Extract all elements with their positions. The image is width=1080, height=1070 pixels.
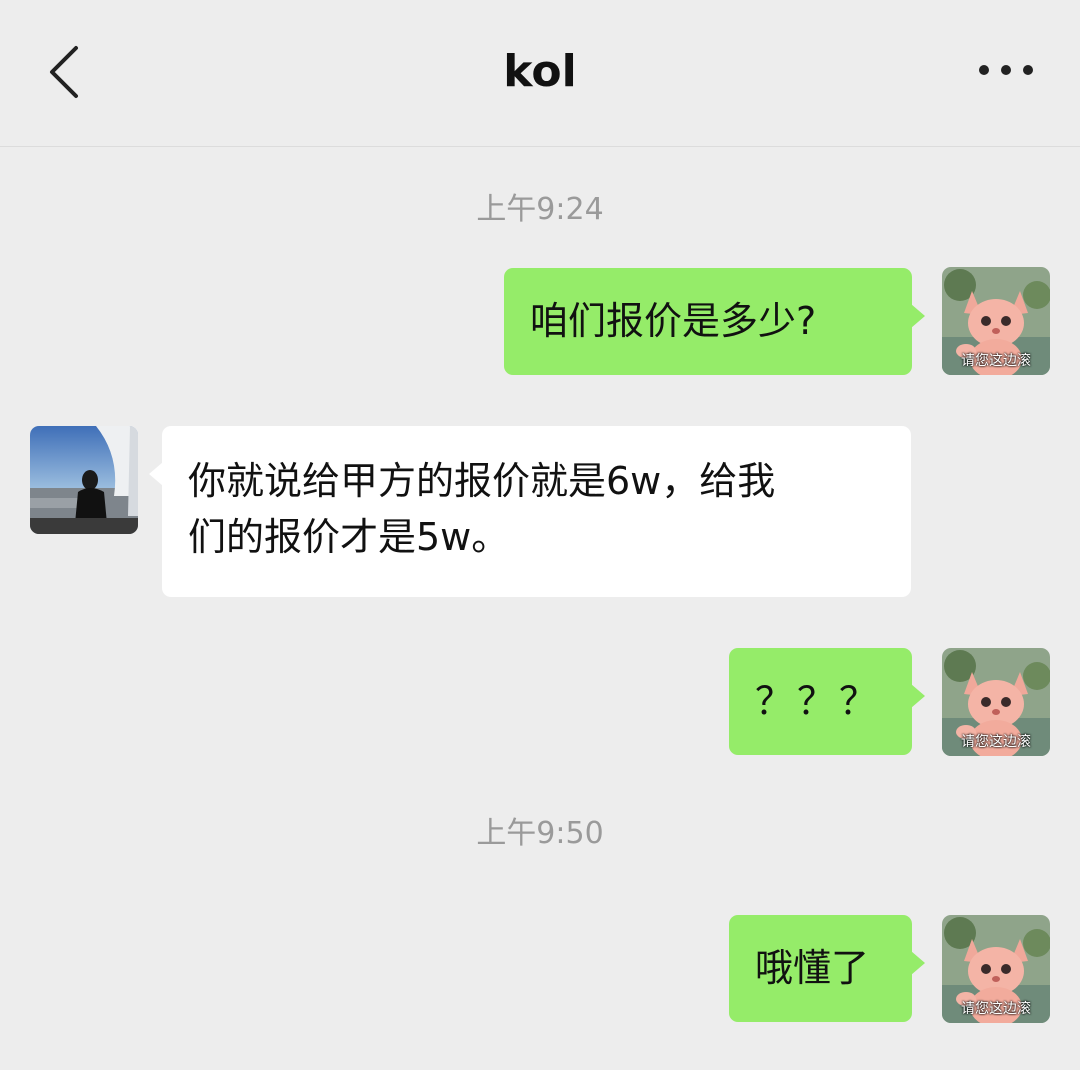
message-text: ？？？ [755, 679, 882, 723]
message-text-line: 你就说给甲方的报价就是6w，给我 [188, 459, 776, 503]
timestamp: 上午9:24 [476, 192, 604, 227]
bubble-tail [149, 462, 163, 486]
more-dots-icon [979, 65, 1033, 75]
avatar-me[interactable]: 请您这边滚 [942, 648, 1050, 756]
bubble-tail [911, 304, 925, 328]
message-bubble-sent[interactable]: 哦懂了 [729, 915, 925, 1022]
more-button[interactable] [966, 48, 1046, 92]
avatar-caption: 请您这边滚 [961, 734, 1031, 750]
timestamp: 上午9:50 [476, 816, 604, 851]
message-text: 咱们报价是多少? [530, 299, 817, 343]
message-bubble-received[interactable]: 你就说给甲方的报价就是6w，给我 们的报价才是5w。 [149, 426, 911, 597]
avatar-caption: 请您这边滚 [961, 1001, 1031, 1017]
avatar-me[interactable]: 请您这边滚 [942, 915, 1050, 1023]
avatar-me[interactable]: 请您这边滚 [942, 267, 1050, 375]
bubble-tail [911, 951, 925, 975]
message-text-line: 们的报价才是5w。 [188, 515, 510, 559]
message-bubble-sent[interactable]: ？？？ [729, 648, 925, 755]
person-photo-avatar-image [30, 426, 138, 534]
avatar-caption: 请您这边滚 [961, 353, 1031, 369]
message-bubble-sent[interactable]: 咱们报价是多少? [504, 268, 925, 375]
chat-header: kol [0, 0, 1080, 147]
chat-title: kol [503, 46, 577, 97]
bubble-tail [911, 684, 925, 708]
avatar-other[interactable] [30, 426, 138, 534]
message-text: 哦懂了 [755, 946, 870, 990]
